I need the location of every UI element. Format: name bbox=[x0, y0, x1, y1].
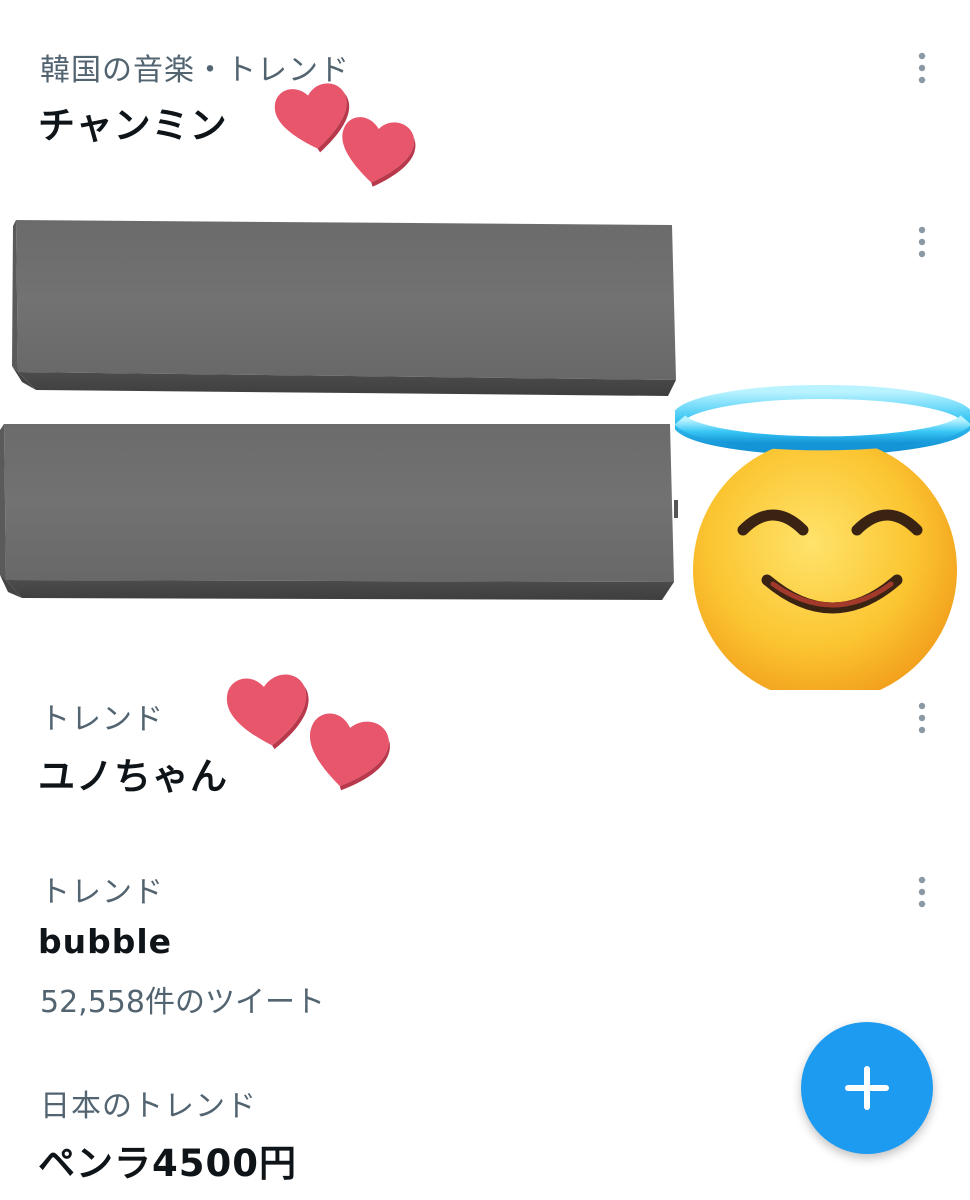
more-vertical-icon[interactable] bbox=[906, 872, 938, 916]
trend-name: ペンラ4500円 bbox=[38, 1142, 297, 1185]
two-hearts-icon bbox=[226, 674, 390, 791]
trend-name: ユノちゃん bbox=[38, 755, 228, 798]
trend-context: トレンド bbox=[40, 702, 164, 737]
plus-icon bbox=[845, 1066, 889, 1110]
smiling-face-with-halo-icon bbox=[675, 385, 970, 690]
trend-name: チャンミン bbox=[38, 104, 228, 147]
trend-item[interactable]: 韓国の音楽・トレンド チャンミン bbox=[0, 0, 970, 200]
more-vertical-icon[interactable] bbox=[906, 222, 938, 266]
more-vertical-icon[interactable] bbox=[906, 48, 938, 92]
compose-button[interactable] bbox=[801, 1022, 933, 1154]
trend-tweet-count: 52,558件のツイート bbox=[40, 985, 325, 1020]
two-hearts-icon bbox=[274, 83, 416, 187]
trend-name: bubble bbox=[38, 922, 173, 961]
trends-screen: 韓国の音楽・トレンド チャンミン トレンド ユノちゃん トレンド bubble … bbox=[0, 0, 970, 1200]
more-vertical-icon[interactable] bbox=[906, 698, 938, 742]
trend-context: 日本のトレンド bbox=[40, 1089, 257, 1124]
trend-item[interactable]: トレンド ユノちゃん bbox=[0, 670, 970, 840]
trend-context: トレンド bbox=[40, 875, 164, 910]
